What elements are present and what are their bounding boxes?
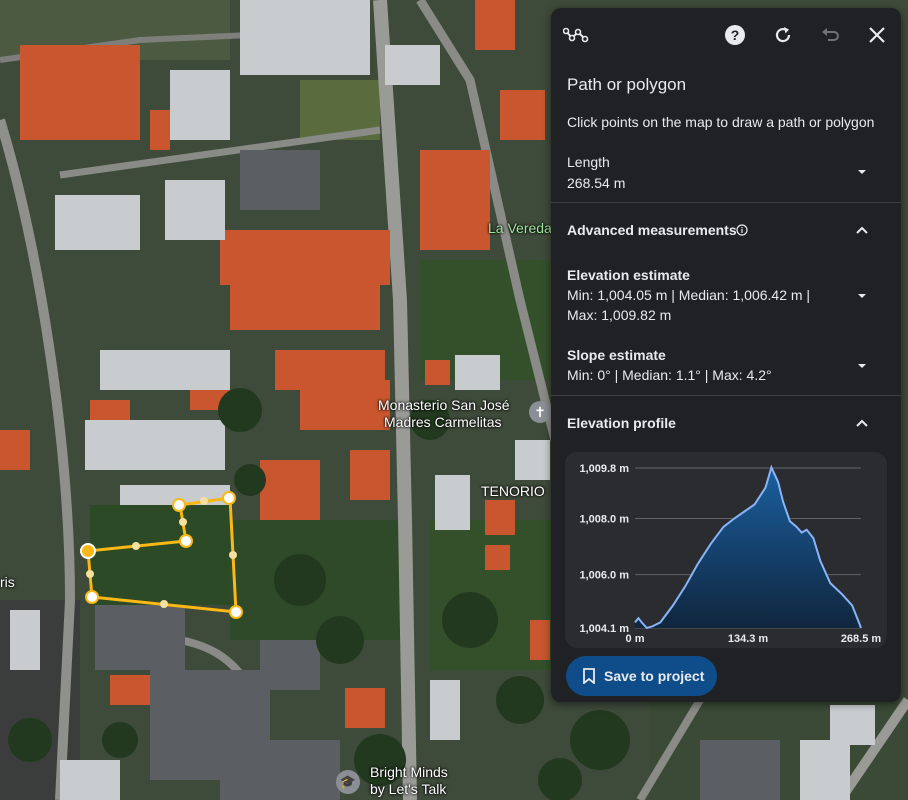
length-expand-chevron-down-icon[interactable] xyxy=(853,163,871,181)
place-label-monasterio-line1[interactable]: Monasterio San José xyxy=(378,397,510,413)
place-label-monasterio-line2[interactable]: Madres Carmelitas xyxy=(384,414,501,430)
info-icon[interactable] xyxy=(736,223,748,236)
measurement-panel: ? Path or polygon Click points on the ma… xyxy=(551,8,901,702)
path-midpoint[interactable] xyxy=(229,551,237,559)
svg-text:?: ? xyxy=(731,27,740,43)
save-to-project-label: Save to project xyxy=(604,668,705,684)
panel-title: Path or polygon xyxy=(567,75,687,94)
path-midpoint[interactable] xyxy=(160,600,168,608)
refresh-icon[interactable] xyxy=(770,22,796,48)
elevation-estimate-label: Elevation estimate xyxy=(567,267,690,283)
elevation-estimate-line1: Min: 1,004.05 m | Median: 1,006.42 m | xyxy=(567,287,811,303)
path-vertex-active[interactable] xyxy=(80,543,96,559)
school-icon[interactable]: 🎓 xyxy=(336,770,360,794)
y-tick-label: 1,009.8 m xyxy=(579,463,629,475)
undo-icon[interactable] xyxy=(817,22,843,48)
divider xyxy=(551,395,901,396)
bookmark-icon xyxy=(582,668,596,684)
path-vertex[interactable] xyxy=(172,498,186,512)
x-tick-label: 0 m xyxy=(626,633,645,645)
path-measure-icon xyxy=(563,22,589,48)
y-tick-label: 1,008.0 m xyxy=(579,514,629,526)
place-label-bright-minds-line1[interactable]: Bright Minds xyxy=(370,764,448,780)
path-vertex[interactable] xyxy=(85,590,99,604)
place-label-tenorio[interactable]: TENORIO xyxy=(481,483,545,499)
elevation-estimate-line2: Max: 1,009.82 m xyxy=(567,307,672,323)
advanced-measurements-label[interactable]: Advanced measurements xyxy=(567,222,737,238)
elevation-expand-chevron-down-icon[interactable] xyxy=(853,287,871,305)
close-icon[interactable] xyxy=(864,22,890,48)
advanced-collapse-chevron-up-icon[interactable] xyxy=(853,221,871,239)
place-label-bright-minds-line2[interactable]: by Let's Talk xyxy=(370,781,446,797)
slope-expand-chevron-down-icon[interactable] xyxy=(853,357,871,375)
elevation-area xyxy=(635,467,861,628)
length-label: Length xyxy=(567,154,610,170)
profile-collapse-chevron-up-icon[interactable] xyxy=(853,414,871,432)
y-tick-label: 1,004.1 m xyxy=(579,623,629,635)
slope-estimate-label: Slope estimate xyxy=(567,347,666,363)
y-tick-label: 1,006.0 m xyxy=(579,570,629,582)
length-value: 268.54 m xyxy=(567,175,626,191)
help-icon[interactable]: ? xyxy=(722,22,748,48)
cross-icon[interactable]: ✝ xyxy=(529,401,551,423)
x-tick-label: 268.5 m xyxy=(841,633,882,645)
path-midpoint[interactable] xyxy=(132,542,140,550)
path-midpoint[interactable] xyxy=(86,570,94,578)
path-vertex[interactable] xyxy=(179,534,193,548)
place-label-left-edge[interactable]: ris xyxy=(0,574,15,590)
panel-instruction: Click points on the map to draw a path o… xyxy=(567,114,875,130)
elevation-profile-chart[interactable]: 1,009.8 m 1,008.0 m 1,006.0 m 1,004.1 m0 m 1… xyxy=(565,452,887,648)
x-tick-label: 134.3 m xyxy=(728,633,769,645)
path-midpoint[interactable] xyxy=(200,497,208,505)
elevation-profile-label: Elevation profile xyxy=(567,415,676,431)
save-to-project-button[interactable]: Save to project xyxy=(566,656,717,696)
divider xyxy=(551,202,901,203)
path-vertex[interactable] xyxy=(229,605,243,619)
path-vertex[interactable] xyxy=(222,491,236,505)
path-midpoint[interactable] xyxy=(179,518,187,526)
slope-estimate-value: Min: 0° | Median: 1.1° | Max: 4.2° xyxy=(567,367,772,383)
place-label-la-vereda[interactable]: La Vereda xyxy=(488,220,552,236)
